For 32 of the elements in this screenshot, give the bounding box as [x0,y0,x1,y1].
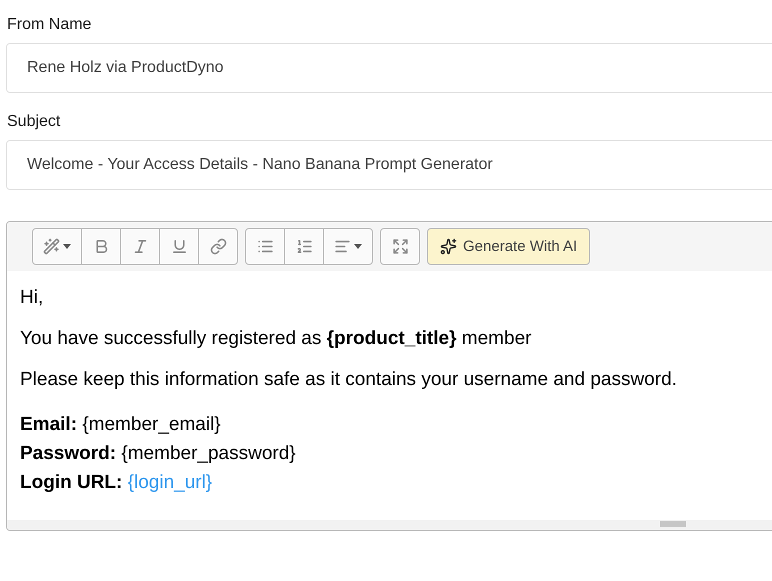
underline-button[interactable] [159,228,199,265]
underline-icon [170,238,188,255]
grip-icon [660,520,686,528]
expand-button[interactable] [380,228,420,265]
field-label: Subject [7,113,62,131]
numbers-button[interactable] [284,228,324,265]
align-icon [334,238,351,255]
magic-icon [43,238,60,255]
link-icon [210,238,226,255]
magic-button[interactable] [32,228,82,265]
detail-value: {member_email} [82,414,221,435]
detail-value: {member_password} [121,443,296,464]
bullets-button[interactable] [245,228,285,265]
bold-button[interactable] [81,228,121,265]
detail-label: Email: [20,414,78,435]
detail-label: Login URL: [20,472,122,493]
generate-ai-button[interactable]: Generate With AI [427,228,590,265]
italic-button[interactable] [120,228,160,265]
text-field[interactable]: Rene Holz via ProductDyno [6,43,772,93]
paragraph: Please keep this information safe as it contains your username and password. [20,369,678,391]
paragraph: You have successfully registered as {product_title} member [20,328,532,350]
detail-label: Password: [20,443,116,464]
link-button[interactable] [198,228,238,265]
bullets-icon [256,238,274,255]
field-label: From Name [7,16,92,34]
expand-icon [392,238,408,255]
align-button[interactable] [323,228,373,265]
numbers-icon [296,238,312,255]
resize-handle[interactable] [7,520,772,530]
paragraph: Hi, [20,287,44,309]
text-field[interactable]: Welcome - Your Access Details - Nano Banana Prompt Generator [6,140,772,190]
sparkles-icon [440,238,457,255]
